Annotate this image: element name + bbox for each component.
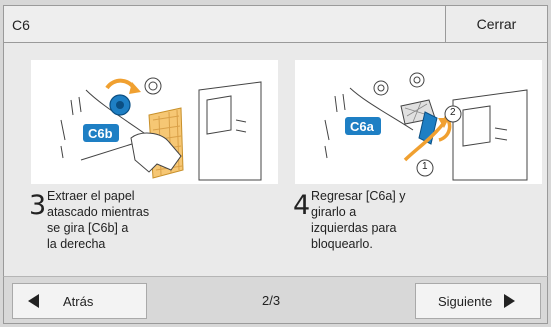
step-3-drawing (60, 77, 262, 181)
next-button[interactable]: Siguiente (415, 283, 541, 319)
c6b-badge: C6b (88, 126, 113, 141)
left-triangle-icon (28, 294, 39, 308)
right-triangle-icon (504, 294, 516, 308)
step-4-illustration: C6a 1 2 (295, 60, 542, 184)
step-3-number: 3 (29, 190, 47, 221)
step-4-number: 4 (293, 190, 311, 221)
step-4-text: Regresar [C6a] y girarlo a izquierdas pa… (311, 189, 406, 251)
next-label: Siguiente (438, 293, 493, 309)
page-indicator: 2/3 (262, 293, 281, 308)
close-button[interactable]: Cerrar (445, 6, 547, 42)
step-3-text: Extraer el papel atascado mientras se gi… (47, 189, 150, 251)
step-3-illustration: C6b (31, 60, 278, 184)
instruction-area: C6b C6a 1 2 3 Extraer el papel atascado … (3, 43, 548, 276)
dialog-title: C6 (12, 17, 30, 33)
back-label: Atrás (63, 293, 94, 309)
c6a-badge: C6a (350, 119, 374, 134)
marker-1: 1 (422, 161, 428, 172)
back-button[interactable]: Atrás (12, 283, 147, 319)
footer-bar: Atrás 2/3 Siguiente (3, 276, 548, 324)
dialog-screen: C6 Cerrar C6b C6a 1 2 3 Extraer el papel… (0, 0, 551, 327)
header-bar: C6 Cerrar (3, 5, 548, 43)
step-4-drawing (324, 72, 528, 181)
marker-2: 2 (450, 107, 456, 118)
